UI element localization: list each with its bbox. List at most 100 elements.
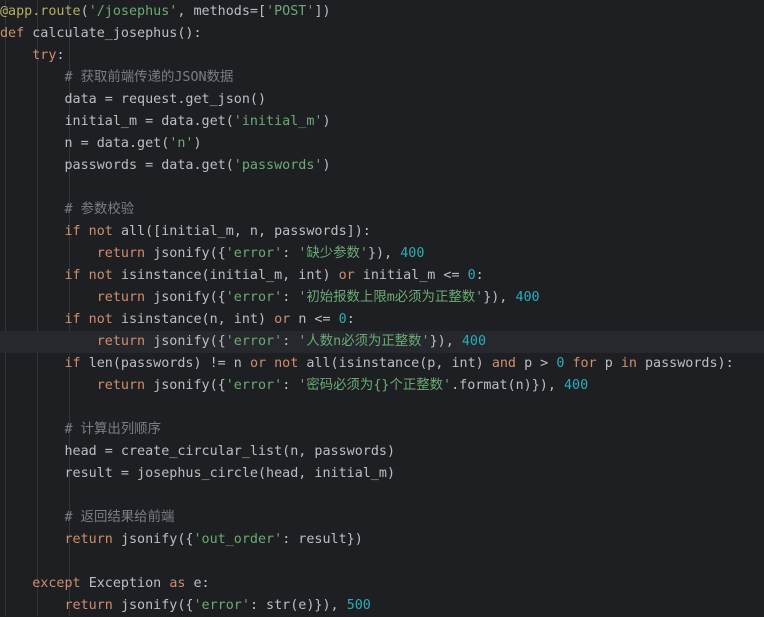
code-token: : [282, 246, 299, 261]
string-token: 'error' [225, 246, 283, 261]
code-line[interactable]: return jsonify({'error': '初始报数上限m必须为正整数'… [0, 287, 764, 309]
keyword-token: if [64, 356, 89, 371]
code-token: }), [483, 290, 516, 305]
code-token: : [56, 48, 65, 63]
code-token: len(passwords) != n [88, 356, 250, 371]
code-line[interactable]: # 计算出列顺序 [0, 419, 764, 441]
string-token: 'error' [225, 378, 283, 393]
keyword-token: try [32, 48, 57, 63]
code-line[interactable]: if not isinstance(initial_m, int) or ini… [0, 265, 764, 287]
keyword-token: return [96, 378, 154, 393]
keyword-token: return [96, 246, 154, 261]
keyword-token: return [96, 290, 154, 305]
code-token: : [475, 268, 484, 283]
code-token: : str(e)}), [249, 598, 347, 613]
code-token: head = create_circular_list(n, passwords… [0, 444, 396, 459]
code-token: ]) [314, 4, 331, 19]
code-token: Exception [88, 576, 170, 591]
code-token: n = data.get( [0, 136, 170, 151]
code-line[interactable]: return jsonify({'out_order': result}) [0, 529, 764, 551]
code-editor[interactable]: @app.route('/josephus', methods=['POST']… [0, 0, 764, 616]
string-token: '缺少参数' [298, 246, 368, 261]
keyword-token: or [338, 268, 363, 283]
code-token: }), [429, 334, 462, 349]
code-line[interactable]: if len(passwords) != n or not all(isinst… [0, 353, 764, 375]
number-token: 400 [400, 246, 425, 261]
string-token: 'error' [225, 290, 283, 305]
string-token: 'POST' [266, 4, 315, 19]
keyword-token: in [620, 356, 645, 371]
code-token: jsonify({ [120, 598, 194, 613]
code-line[interactable]: # 获取前端传递的JSON数据 [0, 67, 764, 89]
code-line[interactable]: # 返回结果给前端 [0, 507, 764, 529]
code-line[interactable]: @app.route('/josephus', methods=['POST']… [0, 1, 764, 23]
number-token: 400 [461, 334, 487, 349]
string-token: 'n' [169, 136, 194, 151]
keyword-token: for [572, 356, 605, 371]
code-line[interactable]: except Exception as e: [0, 573, 764, 595]
code-line[interactable] [0, 177, 764, 199]
code-token: calculate_josephus(): [32, 26, 202, 41]
keyword-token: and [491, 356, 525, 371]
code-line[interactable] [0, 397, 764, 419]
code-line[interactable]: if not all([initial_m, n, passwords]): [0, 221, 764, 243]
keyword-token: or [274, 312, 299, 327]
code-line[interactable]: def calculate_josephus(): [0, 23, 764, 45]
decorator-token: @app.route [0, 4, 81, 19]
code-token: initial_m <= [362, 268, 468, 283]
code-token: : [282, 290, 299, 305]
keyword-token: if not [64, 312, 121, 327]
code-line[interactable]: initial_m = data.get('initial_m') [0, 111, 764, 133]
comment-token: # 获取前端传递的JSON数据 [64, 70, 234, 85]
code-line[interactable] [0, 551, 764, 573]
code-line[interactable]: return jsonify({'error': str(e)}), 500 [0, 595, 764, 617]
code-line[interactable]: if not isinstance(n, int) or n <= 0: [0, 309, 764, 331]
code-token: , methods=[ [177, 4, 267, 19]
code-line[interactable]: try: [0, 45, 764, 67]
code-token: n <= [298, 312, 339, 327]
code-token: : [346, 312, 355, 327]
string-token: 'error' [193, 598, 250, 613]
keyword-token: return [64, 598, 121, 613]
string-token: 'initial_m' [233, 114, 323, 129]
code-line[interactable]: data = request.get_json() [0, 89, 764, 111]
keyword-token: or not [249, 356, 307, 371]
code-token: e: [193, 576, 210, 591]
keyword-token: if not [64, 224, 121, 239]
code-token: jsonify({ [153, 334, 226, 349]
string-token: 'passwords' [233, 158, 323, 173]
keyword-token: except [32, 576, 89, 591]
code-line[interactable]: return jsonify({'error': '人数n必须为正整数'}), … [0, 331, 764, 353]
code-token: jsonify({ [153, 378, 226, 393]
code-line[interactable]: passwords = data.get('passwords') [0, 155, 764, 177]
code-token: ( [80, 4, 89, 19]
number-token: 0 [338, 312, 347, 327]
code-token: .format(n)}), [451, 378, 564, 393]
code-token: result = josephus_circle(head, initial_m… [0, 466, 396, 481]
code-line[interactable]: n = data.get('n') [0, 133, 764, 155]
string-token: 'error' [225, 334, 283, 349]
code-token: passwords = data.get( [0, 158, 234, 173]
number-token: 400 [563, 378, 589, 393]
code-token: ) [322, 158, 331, 173]
code-token: jsonify({ [120, 532, 194, 547]
code-line[interactable]: return jsonify({'error': '密码必须为{}个正整数'.f… [0, 375, 764, 397]
number-token: 0 [467, 268, 476, 283]
code-token: initial_m = data.get( [0, 114, 234, 129]
code-token: p [604, 356, 621, 371]
code-token: jsonify({ [153, 246, 226, 261]
code-line[interactable]: head = create_circular_list(n, passwords… [0, 441, 764, 463]
code-token: ) [322, 114, 331, 129]
code-line[interactable] [0, 485, 764, 507]
code-line[interactable]: result = josephus_circle(head, initial_m… [0, 463, 764, 485]
code-line[interactable]: # 参数校验 [0, 199, 764, 221]
code-line[interactable]: return jsonify({'error': '缺少参数'}), 400 [0, 243, 764, 265]
